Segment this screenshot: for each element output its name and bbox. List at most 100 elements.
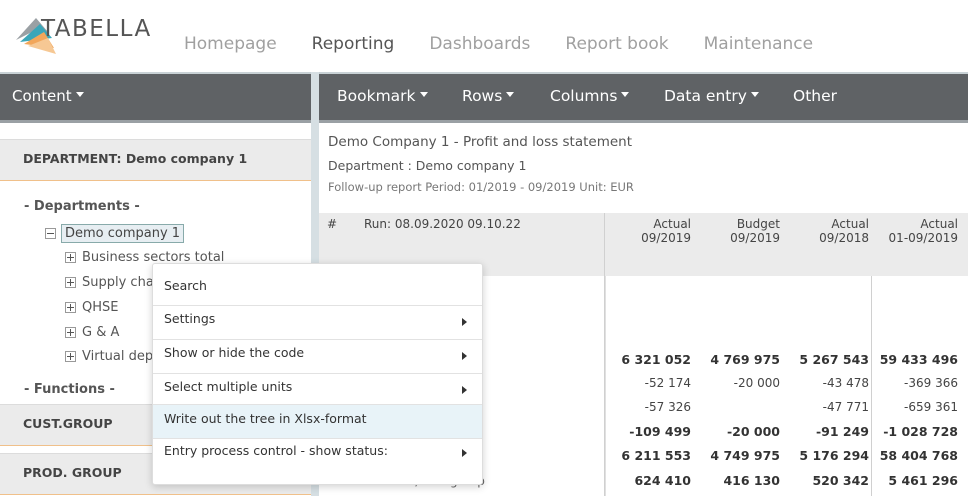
- column-header[interactable]: Actual 09/2018: [779, 217, 869, 245]
- data-entry-label: Data entry: [664, 87, 747, 105]
- context-item-label: Select multiple units: [164, 379, 293, 394]
- content-menu[interactable]: Content: [0, 74, 311, 123]
- main-nav: Homepage Reporting Dashboards Report boo…: [184, 34, 813, 54]
- context-item-show-hide-code[interactable]: Show or hide the code: [153, 340, 482, 374]
- tree-node[interactable]: G & A: [82, 325, 119, 340]
- bookmark-label: Bookmark: [337, 87, 416, 105]
- table-cell: -369 366: [904, 376, 958, 390]
- column-header[interactable]: Budget 09/2019: [690, 217, 780, 245]
- collapse-icon[interactable]: [45, 228, 56, 239]
- columns-label: Columns: [550, 87, 618, 105]
- table-cell: -659 361: [904, 400, 958, 414]
- run-timestamp: Run: 08.09.2020 09.10.22: [364, 217, 521, 231]
- row-number-header: #: [327, 217, 338, 231]
- rows-menu[interactable]: Rows: [462, 87, 515, 105]
- table-cell: -91 249: [815, 424, 869, 439]
- table-cell: -47 771: [822, 400, 869, 414]
- expand-icon[interactable]: [65, 351, 76, 362]
- context-item-write-xlsx[interactable]: Write out the tree in Xlsx-format: [153, 405, 482, 439]
- table-cell: -20 000: [726, 424, 780, 439]
- caret-down-icon: [506, 92, 515, 97]
- table-cell: -52 174: [644, 376, 691, 390]
- data-entry-menu[interactable]: Data entry: [664, 87, 759, 105]
- nav-dashboards[interactable]: Dashboards: [429, 34, 530, 54]
- table-cell: -20 000: [733, 376, 780, 390]
- column-header[interactable]: Actual 09/2019: [601, 217, 691, 245]
- table-cell: 58 404 768: [879, 448, 958, 463]
- column-header-type: Actual: [653, 217, 691, 231]
- table-cell: 5 267 543: [799, 352, 869, 367]
- cust-group-label: CUST.GROUP: [23, 416, 113, 431]
- report-title: Demo Company 1 - Profit and loss stateme…: [328, 134, 633, 150]
- other-label: Other: [793, 87, 838, 105]
- columns-menu[interactable]: Columns: [550, 87, 630, 105]
- table-cell: 4 769 975: [710, 352, 780, 367]
- nav-report-book[interactable]: Report book: [565, 34, 668, 54]
- table-cell: 5 461 296: [888, 473, 958, 488]
- context-item-label: Show or hide the code: [164, 345, 305, 360]
- content-label: Content: [12, 87, 72, 105]
- column-header-type: Budget: [736, 217, 780, 231]
- caret-down-icon: [621, 92, 630, 97]
- departments-label: - Departments -: [24, 199, 140, 214]
- context-item-entry-process[interactable]: Entry process control - show status:: [153, 439, 482, 483]
- expand-icon[interactable]: [65, 302, 76, 313]
- context-item-label: Search: [164, 278, 207, 293]
- table-cell: -109 499: [629, 424, 691, 439]
- chevron-right-icon: [462, 352, 467, 360]
- context-item-label: Entry process control - show status:: [164, 443, 388, 458]
- context-item-label: Write out the tree in Xlsx-format: [164, 411, 367, 426]
- other-menu[interactable]: Other: [793, 87, 837, 105]
- functions-label: - Functions -: [24, 382, 115, 397]
- expand-icon[interactable]: [65, 252, 76, 263]
- expand-icon[interactable]: [65, 277, 76, 288]
- bookmark-menu[interactable]: Bookmark: [337, 87, 428, 105]
- table-cell: 59 433 496: [879, 352, 958, 367]
- report-menu-bar: Bookmark Rows Columns Data entry Other: [319, 74, 968, 123]
- logo-text: TABELLA: [41, 16, 152, 42]
- table-cell: 4 749 975: [710, 448, 780, 463]
- table-cell: -43 478: [822, 376, 869, 390]
- context-item-label: Settings: [164, 311, 216, 326]
- table-cell: 5 176 294: [799, 448, 869, 463]
- caret-down-icon: [750, 92, 759, 97]
- table-cell: -1 028 728: [883, 424, 958, 439]
- report-info: Demo Company 1 - Profit and loss stateme…: [319, 123, 968, 213]
- top-bar: TABELLA Homepage Reporting Dashboards Re…: [0, 0, 968, 72]
- caret-down-icon: [75, 92, 84, 97]
- rows-label: Rows: [462, 87, 503, 105]
- report-department: Department : Demo company 1: [328, 158, 527, 173]
- column-header-type: Actual: [920, 217, 958, 231]
- expand-icon[interactable]: [65, 327, 76, 338]
- nav-maintenance[interactable]: Maintenance: [704, 34, 813, 54]
- context-item-search[interactable]: Search: [153, 264, 482, 306]
- context-item-settings[interactable]: Settings: [153, 306, 482, 340]
- column-header-type: Actual: [831, 217, 869, 231]
- column-header-period: 09/2019: [730, 231, 780, 245]
- chevron-right-icon: [462, 386, 467, 394]
- chevron-right-icon: [462, 318, 467, 326]
- tree-node[interactable]: QHSE: [82, 300, 118, 315]
- prod-group-label: PROD. GROUP: [23, 465, 122, 480]
- column-header-period: 01-09/2019: [888, 231, 958, 245]
- context-item-select-multiple[interactable]: Select multiple units: [153, 374, 482, 405]
- department-section-label: DEPARTMENT: Demo company 1: [23, 151, 248, 166]
- report-followup: Follow-up report Period: 01/2019 - 09/20…: [328, 180, 634, 194]
- table-cell: 6 211 553: [621, 448, 691, 463]
- tree-node-selected[interactable]: Demo company 1: [61, 224, 185, 243]
- table-cell: 6 321 052: [621, 352, 691, 367]
- department-section[interactable]: DEPARTMENT: Demo company 1: [0, 139, 311, 181]
- chevron-right-icon: [462, 449, 467, 457]
- column-header-period: 09/2018: [819, 231, 869, 245]
- caret-down-icon: [419, 92, 428, 97]
- content-dropdown[interactable]: Content: [12, 87, 84, 105]
- nav-reporting[interactable]: Reporting: [312, 34, 395, 54]
- column-header-period: 09/2019: [641, 231, 691, 245]
- table-cell: 624 410: [634, 473, 691, 488]
- nav-homepage[interactable]: Homepage: [184, 34, 277, 54]
- table-cell: 520 342: [812, 473, 869, 488]
- context-menu: Search Settings Show or hide the code Se…: [152, 263, 483, 485]
- table-cell: 416 130: [723, 473, 780, 488]
- column-header[interactable]: Actual 01-09/2019: [868, 217, 958, 245]
- table-cell: -57 326: [644, 400, 691, 414]
